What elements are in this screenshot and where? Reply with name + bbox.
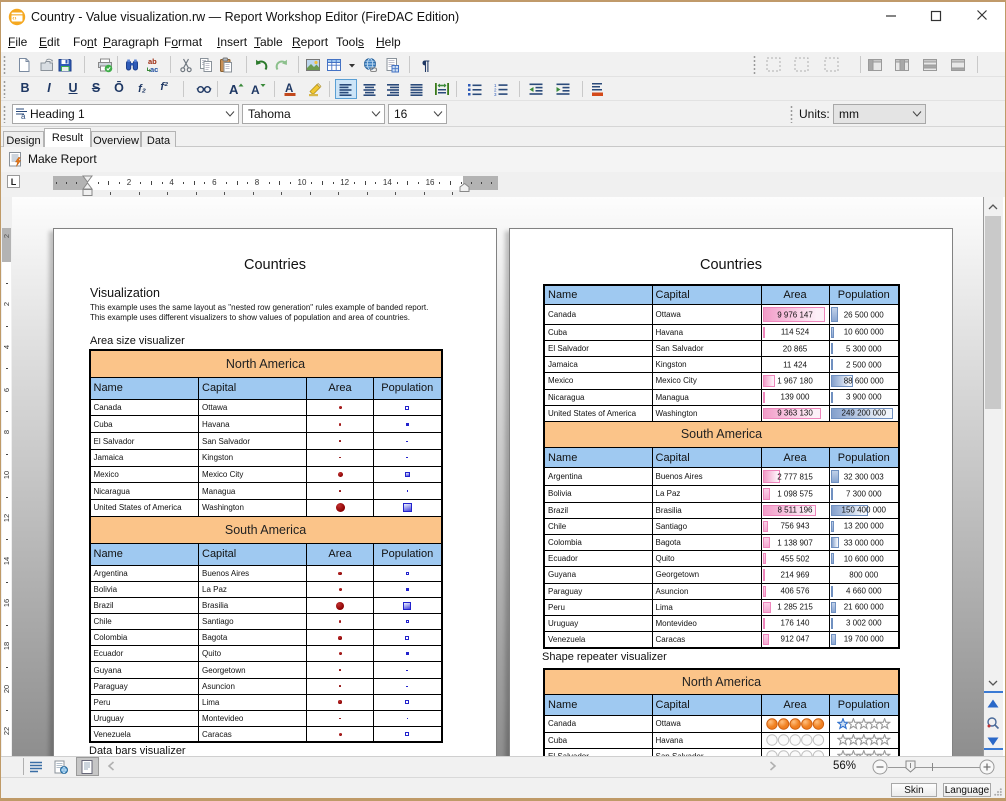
svg-text:A: A xyxy=(229,82,239,97)
svg-text:A: A xyxy=(251,83,260,97)
svg-text:a: a xyxy=(21,112,26,120)
svg-text:‹›: ‹› xyxy=(12,15,16,22)
svg-text:ac: ac xyxy=(150,65,158,73)
svg-text:¶: ¶ xyxy=(422,57,430,73)
svg-text:3: 3 xyxy=(494,92,497,97)
